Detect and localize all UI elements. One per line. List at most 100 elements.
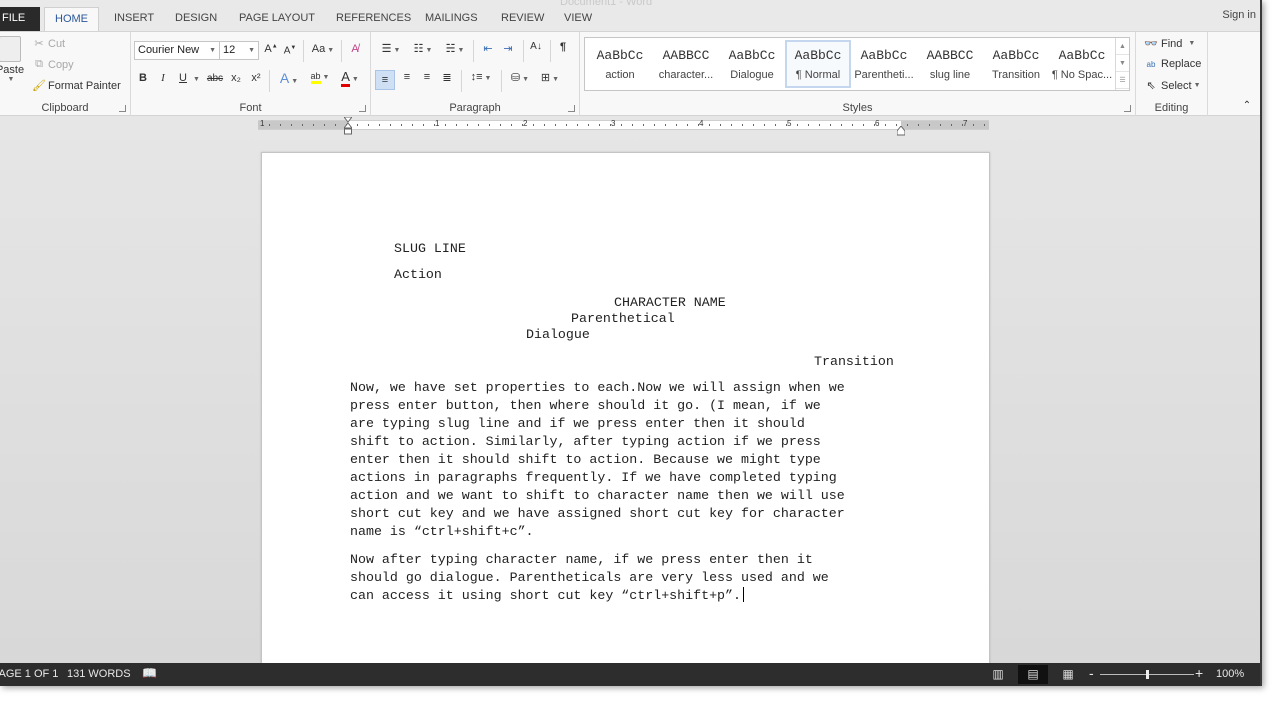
align-left-button[interactable]: ≡ <box>375 70 395 90</box>
strikethrough-button[interactable]: abc <box>205 73 225 84</box>
body-paragraph-2[interactable]: Now after typing character name, if we p… <box>350 551 910 605</box>
proofing-icon[interactable]: 📖 <box>142 666 157 680</box>
borders-button[interactable]: ⊞ ▼ <box>536 71 564 84</box>
italic-button[interactable]: I <box>157 72 169 84</box>
bullets-button[interactable]: ☰ ▼ <box>377 42 405 55</box>
font-size-combo[interactable]: 12 ▼ <box>219 41 259 60</box>
font-name-combo[interactable]: Courier New ▼ <box>134 41 220 60</box>
superscript-button[interactable]: x² <box>249 72 263 84</box>
zoom-slider-thumb[interactable] <box>1146 670 1149 679</box>
ruler-tick <box>775 124 776 126</box>
paste-button[interactable]: Paste ▼ <box>0 36 24 83</box>
body-paragraph-1[interactable]: Now, we have set properties to each.Now … <box>350 379 910 541</box>
font-dialog-launcher[interactable] <box>359 105 366 112</box>
tab-view[interactable]: VIEW <box>554 7 602 31</box>
align-right-button[interactable]: ≡ <box>418 71 436 83</box>
style-no-spacing[interactable]: AaBbCc ¶ No Spac... <box>1049 40 1115 88</box>
style-slug-line[interactable]: AABBCC slug line <box>917 40 983 88</box>
ruler-number: 5 <box>787 119 792 128</box>
dialogue-text[interactable]: Dialogue <box>526 326 590 344</box>
clear-formatting-icon[interactable]: A̸ <box>347 43 363 55</box>
tab-mailings[interactable]: MAILINGS <box>415 7 488 31</box>
tab-page-layout[interactable]: PAGE LAYOUT <box>229 7 325 31</box>
ruler-tick <box>907 124 908 126</box>
ruler-tick <box>874 124 875 126</box>
ruler-tick <box>819 124 820 126</box>
ruler-tick <box>687 124 688 126</box>
page-count[interactable]: PAGE 1 OF 1 <box>0 668 58 680</box>
word-count[interactable]: 131 WORDS <box>67 668 131 680</box>
replace-button[interactable]: ab Replace <box>1144 58 1202 70</box>
editing-group-label: Editing <box>1154 102 1189 114</box>
justify-button[interactable]: ≣ <box>438 71 456 84</box>
find-button[interactable]: 👓 Find ▼ <box>1144 37 1195 51</box>
sign-in-link[interactable]: Sign in <box>1222 9 1256 21</box>
paragraph-dialog-launcher[interactable] <box>568 105 575 112</box>
tab-file[interactable]: FILE <box>0 7 40 31</box>
horizontal-ruler[interactable]: 1 1 2 3 4 5 6 7 <box>258 116 989 136</box>
collapse-ribbon-icon[interactable]: ⌃ <box>1240 100 1254 111</box>
select-button[interactable]: ⇖ Select ▼ <box>1144 79 1200 93</box>
sort-button[interactable]: A↓ <box>528 41 544 52</box>
underline-dropdown[interactable]: ▼ <box>191 72 200 84</box>
decrease-indent-button[interactable]: ⇤ <box>479 42 497 55</box>
font-color-button[interactable]: A ▼ <box>337 69 363 87</box>
ruler-tick <box>390 124 391 126</box>
shading-button[interactable]: ⛁ ▼ <box>506 71 534 84</box>
line-spacing-button[interactable]: ↕≡ ▼ <box>467 71 495 83</box>
bullet-list-icon: ☰ <box>381 43 392 55</box>
read-mode-button[interactable]: ▥ <box>983 665 1013 684</box>
style-normal[interactable]: AaBbCc ¶ Normal <box>785 40 851 88</box>
show-formatting-marks-button[interactable]: ¶ <box>556 41 570 53</box>
tab-insert[interactable]: INSERT <box>104 7 164 31</box>
scroll-down-icon[interactable]: ▼ <box>1116 55 1129 72</box>
align-center-button[interactable]: ≡ <box>398 71 416 83</box>
format-painter-button[interactable]: 🖌 Format Painter <box>32 79 121 93</box>
numbering-button[interactable]: ☷ ▼ <box>409 42 437 55</box>
zoom-out-button[interactable]: - <box>1089 665 1094 681</box>
web-layout-button[interactable]: ▦ <box>1053 665 1083 684</box>
print-layout-button[interactable]: ▤ <box>1018 665 1048 684</box>
zoom-level[interactable]: 100% <box>1216 668 1244 680</box>
style-parenthetical[interactable]: AaBbCc Parentheti... <box>851 40 917 88</box>
underline-button[interactable]: U <box>177 72 189 84</box>
text-effects-button[interactable]: A ▼ <box>277 70 301 86</box>
text-line: actions in paragraphs frequently. If we … <box>350 470 837 485</box>
subscript-button[interactable]: x₂ <box>229 72 243 84</box>
ruler-tick <box>445 124 446 126</box>
grow-font-button[interactable]: A▲ <box>264 43 278 55</box>
style-action[interactable]: AaBbCc action <box>587 40 653 88</box>
document-page[interactable]: SLUG LINE Action CHARACTER NAME Parenthe… <box>261 152 990 672</box>
indent-marker-right[interactable] <box>896 123 906 136</box>
zoom-in-button[interactable]: + <box>1195 665 1203 681</box>
increase-indent-button[interactable]: ⇥ <box>499 42 517 55</box>
ruler-tick <box>621 124 622 126</box>
clipboard-dialog-launcher[interactable] <box>119 105 126 112</box>
styles-group-label: Styles <box>842 102 873 114</box>
binoculars-icon: 👓 <box>1144 38 1158 50</box>
slug-line-text[interactable]: SLUG LINE <box>394 240 466 258</box>
shrink-font-button[interactable]: A▼ <box>283 45 297 56</box>
change-case-button[interactable]: Aa ▼ <box>309 43 337 55</box>
styles-dialog-launcher[interactable] <box>1124 105 1131 112</box>
transition-text[interactable]: Transition <box>814 353 894 371</box>
style-dialogue[interactable]: AaBbCc Dialogue <box>719 40 785 88</box>
scroll-up-icon[interactable]: ▲ <box>1116 38 1129 55</box>
bold-button[interactable]: B <box>137 72 149 84</box>
tab-home[interactable]: HOME <box>44 7 99 32</box>
tab-design[interactable]: DESIGN <box>165 7 227 31</box>
style-character[interactable]: AABBCC character... <box>653 40 719 88</box>
style-transition[interactable]: AaBbCc Transition <box>983 40 1049 88</box>
more-styles-icon[interactable]: ☰ <box>1116 72 1129 89</box>
highlight-button[interactable]: ab ▼ <box>307 70 333 84</box>
text-line: Now after typing character name, if we p… <box>350 552 813 567</box>
chevron-down-icon: ▼ <box>209 47 216 54</box>
multilevel-list-button[interactable]: ☵ ▼ <box>441 42 469 55</box>
zoom-slider[interactable] <box>1100 670 1194 679</box>
cut-button[interactable]: ✂ Cut <box>32 37 65 51</box>
copy-button[interactable]: ⧉ Copy <box>32 58 74 71</box>
tab-review[interactable]: REVIEW <box>491 7 554 31</box>
tab-references[interactable]: REFERENCES <box>326 7 421 31</box>
action-text[interactable]: Action <box>394 266 442 284</box>
indent-marker-left[interactable] <box>342 116 354 137</box>
